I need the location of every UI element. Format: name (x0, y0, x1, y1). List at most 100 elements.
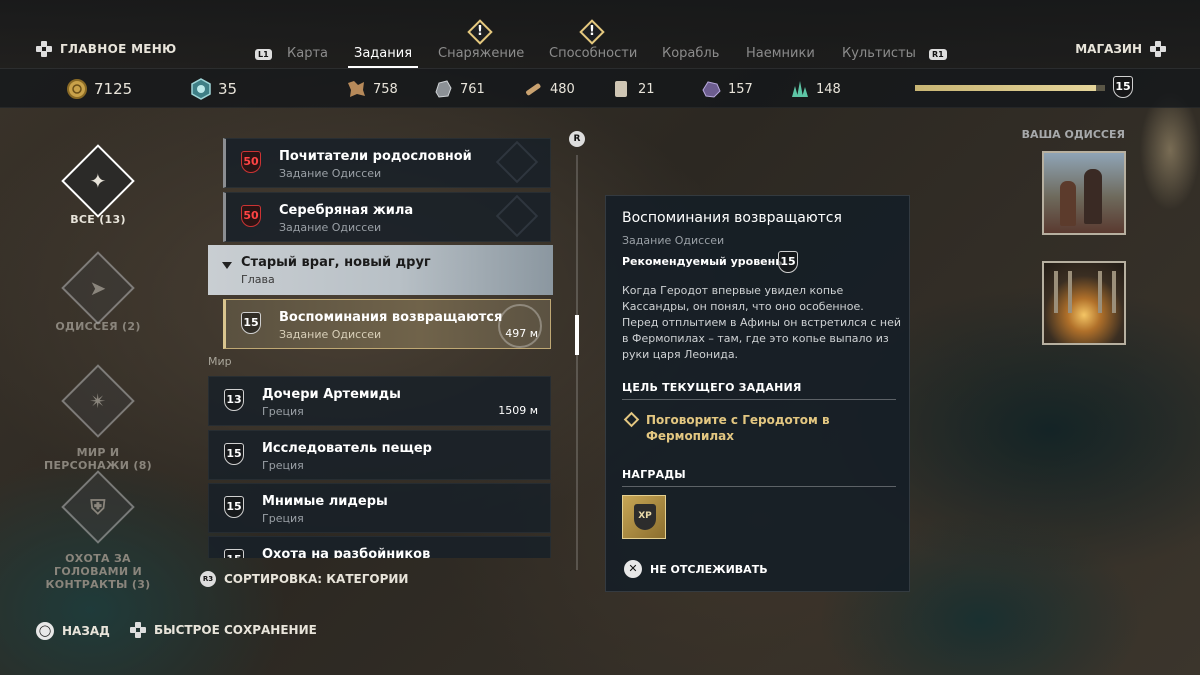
quest-distance: 497 м (505, 327, 538, 340)
stone-tablet-icon (615, 81, 627, 97)
divider (622, 399, 896, 400)
chapter-row[interactable]: Старый враг, новый друг Глава (208, 245, 553, 295)
crystal-counter: 157 (700, 78, 753, 100)
category-world-characters[interactable]: ✴ МИР И ПЕРСОНАЖИ (8) (33, 362, 163, 485)
detail-title: Воспоминания возвращаются (622, 210, 842, 226)
odyssey-card-herodotus[interactable] (1042, 151, 1126, 235)
quest-row[interactable]: 15 Охота на разбойников (208, 536, 551, 558)
quest-row[interactable]: 50 Почитатели родословной Задание Одиссе… (223, 138, 551, 188)
quest-type: Задание Одиссеи (279, 221, 382, 234)
tracking-ring-icon (498, 304, 542, 348)
objective-diamond-icon (623, 411, 640, 428)
quest-description: Когда Геродот впервые увидел копье Касса… (622, 284, 901, 361)
gems-icon (792, 81, 808, 97)
untrack-button[interactable]: ✕ НЕ ОТСЛЕЖИВАТЬ (624, 560, 768, 578)
odyssey-card-campfire[interactable] (1042, 261, 1126, 345)
quest-name: Мнимые лидеры (262, 494, 388, 509)
alert-icon: ! (467, 19, 493, 45)
cross-button-icon: ✕ (624, 560, 642, 578)
quest-list-scrollbar[interactable] (575, 155, 579, 570)
recommended-level-label: Рекомендуемый уровень (622, 255, 783, 268)
player-level-badge: 15 (1113, 76, 1133, 98)
crystal-icon (702, 81, 721, 98)
world-compass-icon: ✴ (61, 364, 135, 438)
quest-level-badge: 50 (241, 151, 261, 173)
all-quests-emblem-icon: ✦ (61, 144, 135, 218)
quest-name: Дочери Артемиды (262, 387, 401, 402)
stone-counter: 21 (610, 78, 655, 100)
sort-button[interactable]: R3 СОРТИРОВКА: КАТЕГОРИИ (200, 571, 408, 587)
quicksave-button[interactable]: БЫСТРОЕ СОХРАНЕНИЕ (130, 622, 317, 638)
collapse-arrow-icon (222, 262, 232, 269)
quest-type: Греция (262, 405, 304, 418)
wood-icon (526, 83, 541, 96)
orichalcum-icon (191, 78, 211, 100)
current-objective: Поговорите с Геродотом в Фермопилах (646, 413, 830, 443)
quest-list: 50 Почитатели родословной Задание Одиссе… (208, 138, 553, 558)
drachmae-counter: 7125 (66, 78, 132, 100)
tab-cultists[interactable]: Культисты (842, 46, 916, 61)
quest-level-badge: 13 (224, 389, 244, 411)
quest-level-badge: 15 (224, 496, 244, 518)
quest-type: Задание Одиссеи (279, 328, 382, 341)
selected-quest-row[interactable]: 15 Воспоминания возвращаются Задание Оди… (223, 299, 551, 349)
iron-counter: 761 (432, 78, 485, 100)
quest-type: Греция (262, 459, 304, 472)
quicksave-label: БЫСТРОЕ СОХРАНЕНИЕ (154, 623, 317, 637)
rewards-header: НАГРАДЫ (622, 468, 686, 481)
pillar-image (1112, 271, 1116, 313)
leather-counter: 758 (345, 78, 398, 100)
quest-type: Задание Одиссеи (279, 167, 382, 180)
recommended-level-badge: 15 (778, 251, 798, 273)
tab-gear[interactable]: Снаряжение (438, 46, 524, 61)
quest-name: Исследователь пещер (262, 441, 432, 456)
odyssey-watermark-icon (495, 194, 539, 238)
tab-abilities[interactable]: Способности (549, 46, 637, 61)
quest-name: Воспоминания возвращаются (279, 310, 503, 325)
orichalcum-counter: 35 (190, 78, 237, 100)
xp-reward[interactable]: XP (622, 495, 666, 539)
world-section-header: Мир (208, 355, 232, 368)
odyssey-emblem-icon: ➤ (61, 251, 135, 325)
quest-row[interactable]: 50 Серебряная жила Задание Одиссеи (223, 192, 551, 242)
tab-map[interactable]: Карта (287, 46, 328, 61)
scrollbar-thumb[interactable] (575, 315, 579, 355)
chapter-name: Старый враг, новый друг (241, 255, 431, 270)
xp-progress-fill (915, 85, 1096, 91)
quest-name: Охота на разбойников (262, 547, 431, 558)
category-all[interactable]: ✦ ВСЕ (13) (33, 144, 163, 226)
quest-row[interactable]: 15 Исследователь пещер Греция (208, 430, 551, 480)
chapter-type: Глава (241, 273, 275, 286)
quest-name: Почитатели родословной (279, 149, 472, 164)
pillar-image (1098, 271, 1102, 313)
category-bounties-contracts[interactable]: ⛨ ОХОТА ЗА ГОЛОВАМИ И КОНТРАКТЫ (3) (33, 468, 163, 604)
quest-name: Серебряная жила (279, 203, 414, 218)
main-tabs: Карта Задания Снаряжение Способности Кор… (0, 46, 1200, 68)
back-button[interactable]: ◯ НАЗАД (36, 622, 110, 640)
untrack-label: НЕ ОТСЛЕЖИВАТЬ (650, 562, 768, 576)
tab-ship[interactable]: Корабль (662, 46, 719, 61)
tab-quests[interactable]: Задания (347, 46, 419, 68)
quest-detail-panel: Воспоминания возвращаются Задание Одиссе… (605, 195, 910, 592)
category-odyssey[interactable]: ➤ ОДИССЕЯ (2) (33, 251, 163, 333)
wood-counter: 480 (522, 78, 575, 100)
quest-level-badge: 50 (241, 205, 261, 227)
tab-mercenaries[interactable]: Наемники (746, 46, 815, 61)
quest-distance: 1509 м (498, 404, 538, 417)
dpad-icon (130, 622, 146, 638)
odyssey-watermark-icon (495, 140, 539, 184)
quest-row[interactable]: 13 Дочери Артемиды Греция 1509 м (208, 376, 551, 426)
divider (622, 486, 896, 487)
bounty-helmet-icon: ⛨ (61, 470, 135, 544)
quest-level-badge: 15 (241, 312, 261, 334)
quest-row[interactable]: 15 Мнимые лидеры Греция (208, 483, 551, 533)
r-stick-button[interactable]: R (569, 131, 585, 147)
objective-header: ЦЕЛЬ ТЕКУЩЕГО ЗАДАНИЯ (622, 381, 802, 394)
quest-level-badge: 15 (224, 549, 244, 558)
gems-counter: 148 (788, 78, 841, 100)
figure-image (1060, 181, 1076, 226)
back-label: НАЗАД (62, 624, 110, 638)
your-odyssey-label: ВАША ОДИССЕЯ (1021, 128, 1125, 141)
coin-icon (67, 79, 87, 99)
leather-icon (348, 81, 365, 97)
